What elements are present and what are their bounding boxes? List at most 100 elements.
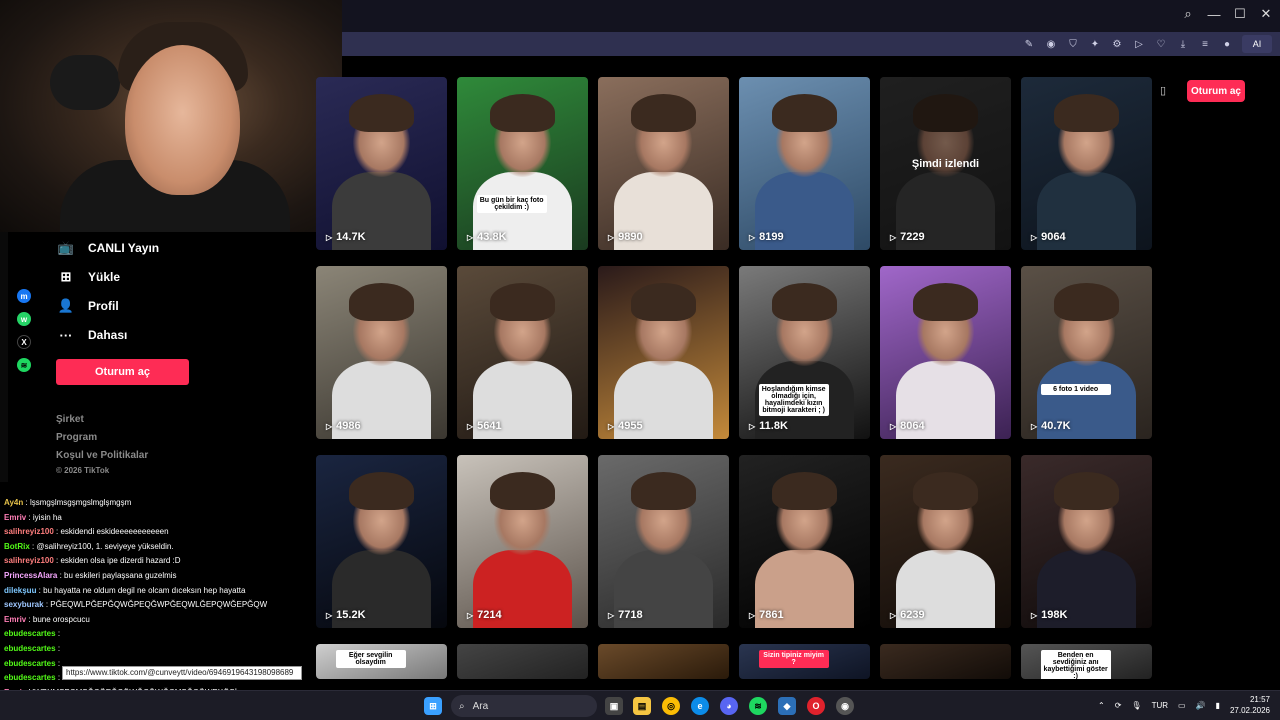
chat-message: ebudescartes : [4,673,60,682]
sidebar-item-profile[interactable]: 👤 Profil [58,298,119,314]
chat-username[interactable]: Emriv [4,513,26,522]
messenger-icon[interactable]: m [17,289,31,303]
edit-icon[interactable]: ✎ [1022,35,1036,53]
download-icon[interactable]: ⤓ [1176,35,1190,53]
x-icon[interactable]: X [17,335,31,349]
chat-username[interactable]: ebudescartes [4,673,56,682]
footer-program-link[interactable]: Program [56,432,97,443]
url-tooltip: https://www.tiktok.com/@cunveytt/video/6… [62,666,302,680]
mobile-icon[interactable]: ▯ [1155,80,1171,100]
video-tile[interactable]: 6 foto 1 video ▷ 40.7K [1021,266,1152,439]
file-explorer-icon[interactable]: ▤ [633,697,651,715]
chat-username[interactable]: dilekşuu [4,586,36,595]
maximize-icon[interactable]: ☐ [1232,6,1248,22]
video-tile[interactable]: ▷ 4986 [316,266,447,439]
extension-icon[interactable]: ✦ [1088,35,1102,53]
camera-icon[interactable]: ◉ [1044,35,1058,53]
video-tile[interactable]: Bu gün bir kaç foto çekildim :) ▷ 43.8K [457,77,588,250]
sidebar-item-live[interactable]: 📺 CANLI Yayın [58,240,159,256]
video-tile[interactable]: Şimdi izlendi ▷ 7229 [880,77,1011,250]
social-share-list: m w X ≋ [12,289,36,372]
play-icon: ▷ [467,421,474,431]
video-tile[interactable]: Sizin tipiniz miyim ? [739,644,870,679]
ai-button[interactable]: AI [1242,35,1272,53]
app-icon[interactable]: ◆ [778,697,796,715]
view-count-value: 4986 [336,420,361,432]
video-tile[interactable] [598,644,729,679]
windows-start-icon[interactable]: ⊞ [424,697,442,715]
view-count: ▷ 7214 [467,609,502,621]
chat-username[interactable]: sexyburak [4,600,44,609]
heart-icon[interactable]: ♡ [1154,35,1168,53]
video-tile[interactable]: ▷ 4955 [598,266,729,439]
view-count: ▷ 6239 [890,609,925,621]
video-tile[interactable]: ▷ 9064 [1021,77,1152,250]
chat-username[interactable]: Emriv [4,615,26,624]
language-indicator[interactable]: TUR [1152,701,1168,710]
chat-username[interactable]: salihreyiz100 [4,527,54,536]
chat-message: dilekşuu : bu hayatta ne oldum degil ne … [4,586,245,595]
chrome-icon[interactable]: ◎ [662,697,680,715]
shield-icon[interactable]: ⛉ [1066,35,1080,53]
opera-icon[interactable]: O [807,697,825,715]
chat-username[interactable]: ebudescartes [4,629,56,638]
play-icon[interactable]: ▷ [1132,35,1146,53]
chat-username[interactable]: ebudescartes [4,644,56,653]
sidebar-item-upload[interactable]: ⊞ Yükle [58,269,120,285]
chat-username[interactable]: PrincessAlara [4,571,57,580]
video-tile[interactable]: ▷ 7718 [598,455,729,628]
video-tile[interactable]: ▷ 15.2K [316,455,447,628]
play-icon: ▷ [749,421,756,431]
video-tile[interactable]: ▷ 14.7K [316,77,447,250]
video-tile[interactable] [457,644,588,679]
chat-username[interactable]: salihreyiz100 [4,556,54,565]
task-view-icon[interactable]: ▣ [605,697,623,715]
discord-icon[interactable]: ◕ [720,697,738,715]
spotify-icon[interactable]: ≋ [17,358,31,372]
close-icon[interactable]: ✕ [1258,6,1274,22]
chat-separator: : [26,614,33,624]
video-tile[interactable]: ▷ 9890 [598,77,729,250]
microphone-icon[interactable]: 🎙 [1131,701,1141,710]
minimize-icon[interactable]: — [1206,6,1222,22]
footer-terms-link[interactable]: Koşul ve Politikalar [56,450,148,461]
view-count-value: 5641 [477,420,502,432]
whatsapp-icon[interactable]: w [17,312,31,326]
volume-icon[interactable]: 🔊 [1196,701,1206,710]
obs-icon[interactable]: ◉ [836,697,854,715]
menu-icon[interactable]: ≡ [1198,35,1212,53]
video-tile[interactable] [880,644,1011,679]
header-login-button[interactable]: Oturum aç [1187,80,1245,102]
chat-username[interactable]: ebudescartes [4,659,56,668]
spotify-icon[interactable]: ≋ [749,697,767,715]
view-count: ▷ 43.8K [467,231,507,243]
video-tile[interactable]: ▷ 7214 [457,455,588,628]
clock[interactable]: 21:57 27.02.2026 [1230,694,1270,716]
video-tile[interactable]: ▷ 6239 [880,455,1011,628]
sidebar-item-more[interactable]: ··· Dahası [58,327,128,343]
play-icon: ▷ [1031,232,1038,242]
chat-username[interactable]: Ay4n [4,498,23,507]
battery-icon[interactable]: ▮ [1216,701,1220,710]
refresh-icon[interactable]: ⟳ [1115,701,1122,710]
chat-username[interactable]: BotRix [4,542,30,551]
video-tile[interactable]: ▷ 8199 [739,77,870,250]
search-icon[interactable]: ⌕ [1180,6,1196,22]
video-tile[interactable]: ▷ 7861 [739,455,870,628]
video-tile[interactable]: Benden en sevdiğiniz anı kaybettiğimi gö… [1021,644,1152,679]
video-tile[interactable]: ▷ 198K [1021,455,1152,628]
video-tile[interactable]: Hoşlandığım kimse olmadığı için, hayalim… [739,266,870,439]
video-tile[interactable]: ▷ 8064 [880,266,1011,439]
thumbnail-hair [1053,94,1120,133]
video-tile[interactable]: ▷ 5641 [457,266,588,439]
edge-icon[interactable]: e [691,697,709,715]
monitor-icon[interactable]: ▭ [1178,701,1186,710]
taskbar-search[interactable]: ⌕ Ara [451,695,597,717]
chevron-up-icon[interactable]: ⌃ [1098,701,1105,710]
footer-company-link[interactable]: Şirket [56,414,84,425]
profile-avatar-icon[interactable]: ● [1220,35,1234,53]
settings-icon[interactable]: ⚙ [1110,35,1124,53]
sidebar-login-button[interactable]: Oturum aç [56,359,189,385]
thumbnail-hair [348,283,415,322]
video-tile[interactable]: Eğer sevgilin olsaydım [316,644,447,679]
